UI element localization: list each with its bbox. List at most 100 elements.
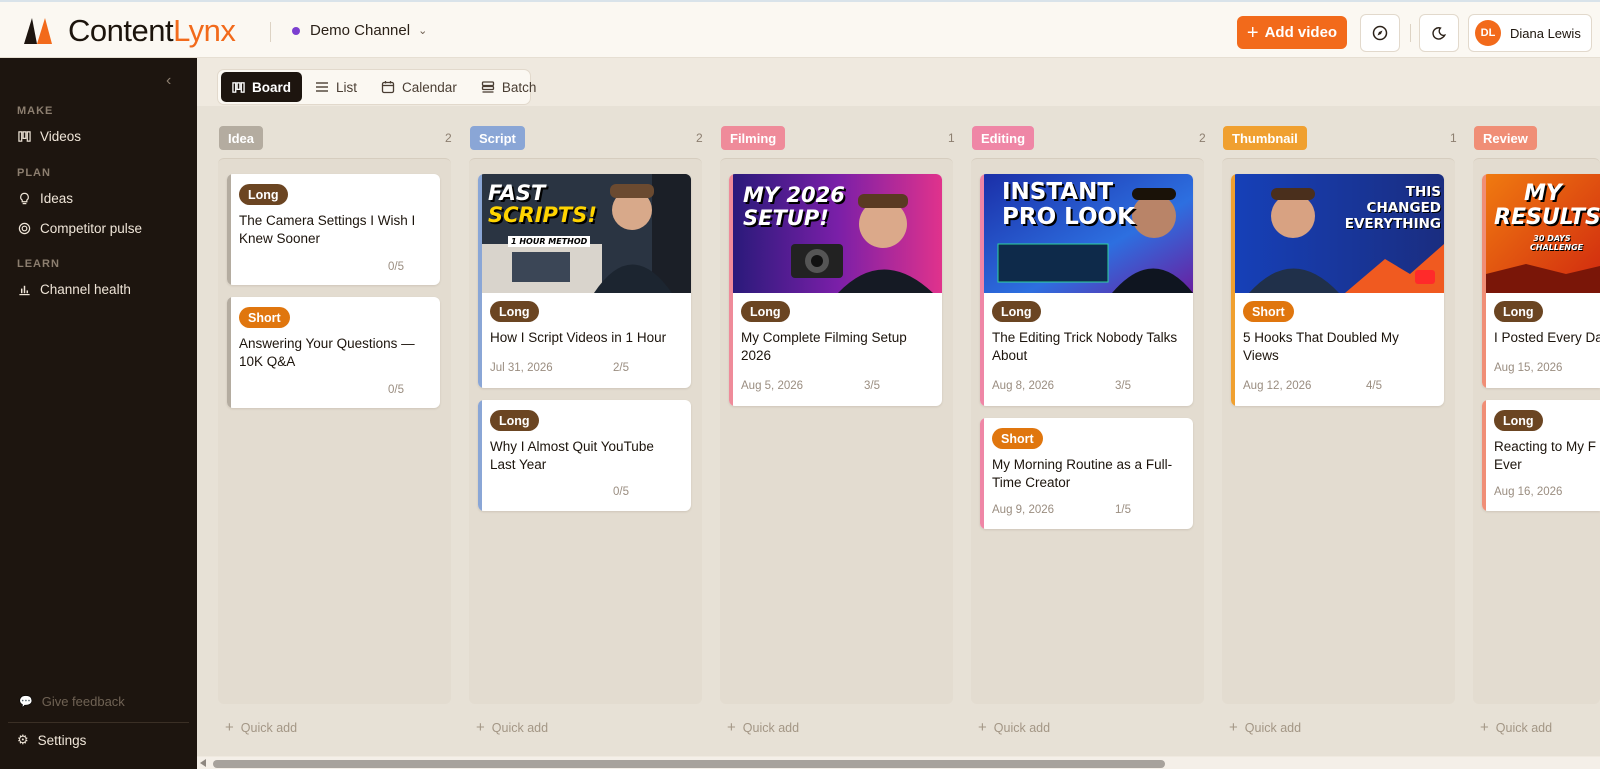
plus-icon: + xyxy=(1246,21,1259,44)
lynx-logo-icon xyxy=(22,17,54,45)
target-icon xyxy=(17,222,31,236)
board-icon xyxy=(232,81,245,93)
top-bar: ContentLynx Demo Channel ⌄ + Add video D… xyxy=(0,0,1600,58)
plus-icon: + xyxy=(225,719,234,736)
plus-icon: + xyxy=(727,719,736,736)
column-header: Editing xyxy=(972,126,1035,150)
tab-batch[interactable]: Batch xyxy=(470,72,548,102)
format-badge: Long xyxy=(1494,410,1543,431)
stage-label: Filming xyxy=(721,126,786,150)
quick-add-button[interactable]: + Quick add xyxy=(476,719,548,736)
card-stripe xyxy=(227,297,231,408)
format-badge: Long xyxy=(992,301,1041,322)
scroll-left-arrow-icon[interactable] xyxy=(200,759,206,767)
sidebar-item-ideas[interactable]: Ideas xyxy=(17,191,73,206)
quick-add-label: Quick add xyxy=(1244,720,1302,735)
tab-list[interactable]: List xyxy=(304,72,368,102)
video-card[interactable]: FAST SCRIPTS! 1 HOUR METHOD Long How I S… xyxy=(478,174,691,388)
format-badge: Long xyxy=(490,410,539,431)
card-due-date: Aug 15, 2026 xyxy=(1494,362,1563,374)
calendar-icon xyxy=(381,81,395,94)
app-logo[interactable]: ContentLynx xyxy=(22,13,236,48)
video-card[interactable]: Long Why I Almost Quit YouTube Last Year… xyxy=(478,400,691,511)
sidebar-divider xyxy=(8,722,189,723)
user-name: Diana Lewis xyxy=(1510,25,1581,41)
video-card[interactable]: Short My Morning Routine as a Full-Time … xyxy=(980,418,1193,529)
column-count: 2 xyxy=(696,131,703,145)
video-card[interactable]: Long Reacting to My F Ever Aug 16, 2026 xyxy=(1482,400,1600,511)
video-card[interactable]: THIS CHANGED EVERYTHING Short 5 Hooks Th… xyxy=(1231,174,1444,406)
view-tabs: Board List Calendar Batch xyxy=(217,69,536,105)
card-title: The Editing Trick Nobody Talks About xyxy=(992,330,1178,363)
sidebar-item-label: Competitor pulse xyxy=(40,221,143,236)
card-stripe xyxy=(1482,400,1486,511)
plus-icon: + xyxy=(978,719,987,736)
card-progress: 2/5 xyxy=(613,362,629,374)
video-card[interactable]: MY RESULTS 30 DAYS CHALLENGE Long I Post… xyxy=(1482,174,1600,388)
header-divider xyxy=(1410,24,1411,42)
board-icon xyxy=(17,130,31,144)
card-title: Reacting to My F Ever xyxy=(1494,439,1597,472)
scrollbar-thumb[interactable] xyxy=(213,760,1165,768)
sidebar-item-videos[interactable]: Videos xyxy=(17,129,81,144)
avatar: DL xyxy=(1475,20,1501,46)
quick-add-button[interactable]: + Quick add xyxy=(727,719,799,736)
video-card[interactable]: Short Answering Your Questions — 10K Q&A… xyxy=(227,297,440,408)
stage-label: Script xyxy=(470,126,525,150)
explore-button[interactable] xyxy=(1360,14,1400,52)
horizontal-scrollbar[interactable] xyxy=(197,757,1600,769)
stage-label: Review xyxy=(1474,126,1537,150)
quick-add-button[interactable]: + Quick add xyxy=(225,719,297,736)
channel-name: Demo Channel xyxy=(310,22,411,39)
card-stripe xyxy=(227,174,231,285)
tab-label: Board xyxy=(252,79,292,95)
tab-calendar[interactable]: Calendar xyxy=(370,72,468,102)
give-feedback-link[interactable]: 💬 Give feedback xyxy=(19,694,125,709)
card-progress: 3/5 xyxy=(1115,380,1131,392)
card-due-date: Jul 31, 2026 xyxy=(490,362,553,374)
stack-icon xyxy=(481,81,494,93)
sidebar-item-competitor-pulse[interactable]: Competitor pulse xyxy=(17,221,142,236)
card-progress: 4/5 xyxy=(1366,380,1382,392)
channel-dot-icon xyxy=(292,26,300,35)
column-count: 1 xyxy=(948,131,955,145)
sidebar-item-channel-health[interactable]: Channel health xyxy=(17,282,131,297)
header-divider xyxy=(270,22,271,42)
video-card[interactable]: Long The Camera Settings I Wish I Knew S… xyxy=(227,174,440,285)
user-menu[interactable]: DL Diana Lewis xyxy=(1468,14,1592,52)
video-thumbnail: FAST SCRIPTS! 1 HOUR METHOD xyxy=(482,174,691,293)
channel-selector[interactable]: Demo Channel ⌄ xyxy=(292,22,427,39)
thumbnail-text: THIS CHANGED EVERYTHING xyxy=(1344,184,1441,232)
column-header: Filming xyxy=(721,126,786,150)
theme-toggle-button[interactable] xyxy=(1419,14,1459,52)
tab-board[interactable]: Board xyxy=(221,72,303,102)
video-thumbnail: INSTANT PRO LOOK xyxy=(984,174,1193,293)
video-card[interactable]: MY 2026 SETUP! Long My Complete Filming … xyxy=(729,174,942,406)
card-due-date: Aug 8, 2026 xyxy=(992,380,1055,392)
collapse-sidebar-button[interactable]: ‹ xyxy=(166,72,171,90)
card-due-date: Aug 9, 2026 xyxy=(992,504,1055,516)
app-name: ContentLynx xyxy=(68,13,236,48)
video-card[interactable]: INSTANT PRO LOOK Long The Editing Trick … xyxy=(980,174,1193,406)
card-title: How I Script Videos in 1 Hour xyxy=(490,330,667,345)
format-badge: Short xyxy=(992,428,1043,449)
quick-add-label: Quick add xyxy=(1495,720,1553,735)
card-progress: 3/5 xyxy=(864,380,880,392)
quick-add-button[interactable]: + Quick add xyxy=(1480,719,1552,736)
format-badge: Long xyxy=(1494,301,1543,322)
quick-add-button[interactable]: + Quick add xyxy=(1229,719,1301,736)
card-progress: 0/5 xyxy=(613,486,629,498)
column-count: 2 xyxy=(1199,131,1206,145)
quick-add-label: Quick add xyxy=(993,720,1051,735)
card-progress: 0/5 xyxy=(388,261,404,273)
column-count: 2 xyxy=(445,131,452,145)
card-stripe xyxy=(478,400,482,511)
add-video-button[interactable]: + Add video xyxy=(1237,16,1347,49)
format-badge: Long xyxy=(239,184,288,205)
gear-icon: ⚙ xyxy=(17,732,29,747)
card-title: Why I Almost Quit YouTube Last Year xyxy=(490,439,654,472)
card-due-date: Aug 16, 2026 xyxy=(1494,486,1563,498)
settings-link[interactable]: ⚙ Settings xyxy=(17,732,86,748)
section-title-learn: LEARN xyxy=(17,258,60,270)
quick-add-button[interactable]: + Quick add xyxy=(978,719,1050,736)
